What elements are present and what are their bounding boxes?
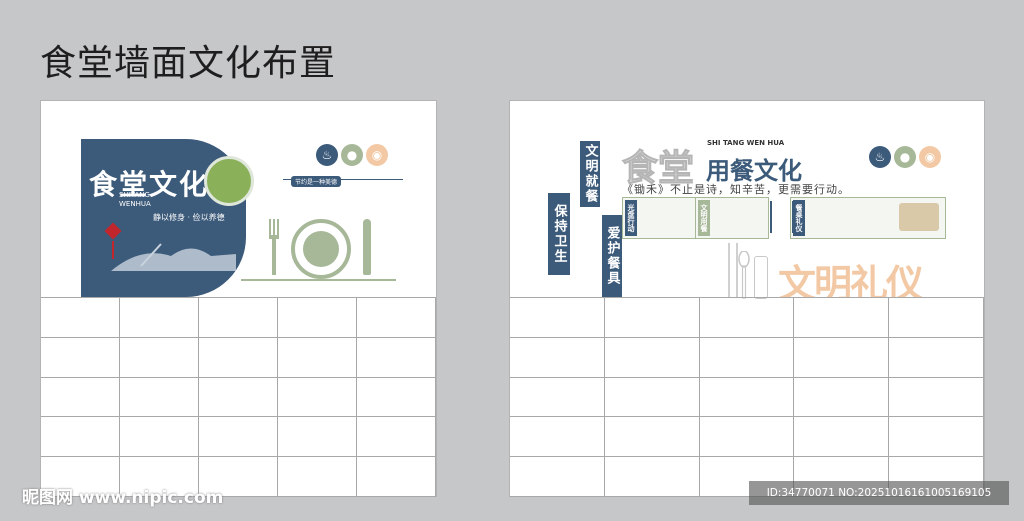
- left-base-line: [241, 279, 396, 281]
- page-title: 食堂墙面文化布置: [40, 43, 337, 84]
- left-tile-grid: [41, 297, 436, 497]
- label-civilized-dining: 文明就餐: [580, 141, 600, 207]
- bread-icon: ◉: [919, 146, 941, 168]
- right-tile-grid: [510, 297, 984, 497]
- chef-hat-icon: ♨: [869, 146, 891, 168]
- left-pinyin: SHITANG WENHUA: [119, 191, 151, 208]
- tab-table-manners: 餐桌礼仪: [793, 200, 805, 236]
- left-wall-panel: 食堂文化 SHITANG WENHUA 静以修身 · 俭以养德 ♨ ● ◉ 节约…: [40, 100, 437, 497]
- chopsticks-icon: [728, 243, 738, 298]
- ox-plough-silhouette-icon: [101, 226, 241, 276]
- vegetable-plate-icon: [204, 156, 254, 206]
- right-quote: 《锄禾》不止是诗，知辛苦，更需要行动。: [622, 183, 850, 196]
- bread-icon: ◉: [366, 144, 388, 166]
- tab-clean-plate: 光盘行动: [625, 200, 637, 236]
- watermark-right: ID:34770071 NO:20251016161005169105: [749, 481, 1009, 505]
- info-card-3: 餐桌礼仪: [790, 197, 946, 239]
- spoon-icon: [738, 250, 750, 299]
- watermark-left: 昵图网 www.nipic.com: [22, 488, 224, 508]
- tab-civilized-meal: 文明用餐: [698, 200, 710, 236]
- apple-icon: ●: [341, 144, 363, 166]
- right-wall-panel: 文明就餐 保持卫生 爱护餐具 食堂 SHI TANG WEN HUA 用餐文化 …: [509, 100, 985, 497]
- right-pinyin: SHI TANG WEN HUA: [707, 139, 785, 147]
- right-big-bottom-text: 文明礼仪: [778, 262, 923, 297]
- plate-icon: [291, 219, 351, 279]
- left-slogan: 静以修身 · 俭以养德: [153, 213, 225, 222]
- apple-icon: ●: [894, 146, 916, 168]
- info-card-2: 文明用餐: [695, 197, 769, 239]
- label-keep-clean: 保持卫生: [548, 193, 570, 275]
- food-tray-icon: [899, 203, 939, 231]
- label-care-tableware: 爱护餐具: [602, 215, 622, 297]
- left-banner-label: 节约是一种美德: [291, 176, 342, 187]
- chef-hat-icon: ♨: [316, 144, 338, 166]
- fork-outline-icon: [754, 256, 768, 299]
- fork-icon: [269, 219, 283, 279]
- link-connector: [770, 201, 794, 233]
- knife-icon: [363, 219, 371, 275]
